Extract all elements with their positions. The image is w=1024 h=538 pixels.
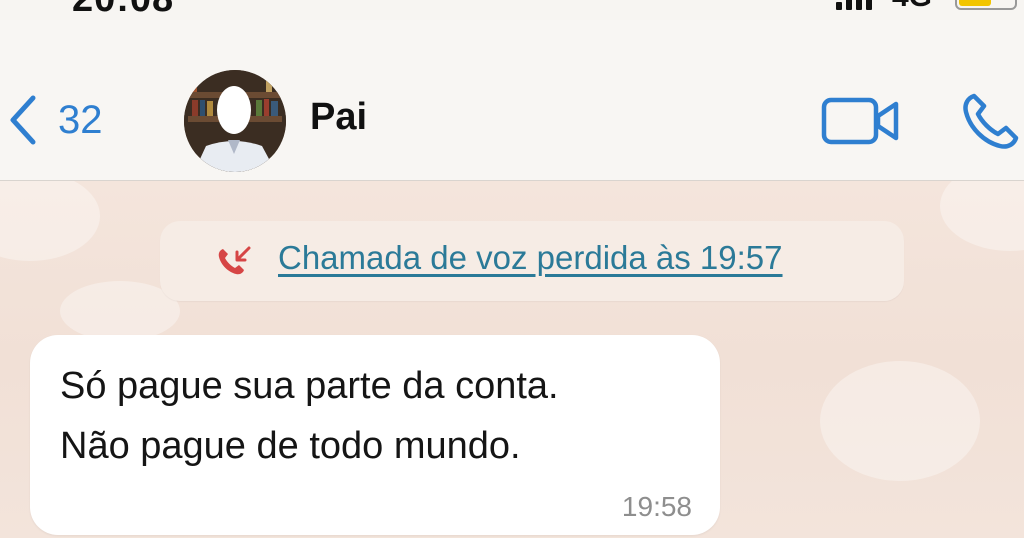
phone-icon xyxy=(963,93,1019,149)
message-timestamp: 19:58 xyxy=(621,491,692,522)
video-camera-icon xyxy=(821,97,899,145)
chat-area[interactable]: Chamada de voz perdida às 19:57 Só pague… xyxy=(0,181,1024,538)
chat-header: 32 Pai xyxy=(0,20,1024,181)
avatar[interactable] xyxy=(184,70,286,172)
chevron-left-icon xyxy=(10,95,36,145)
back-button[interactable]: 32 xyxy=(6,92,103,148)
unread-count: 32 xyxy=(58,97,103,142)
signal-icon xyxy=(836,0,872,10)
message-bubble[interactable]: Só pague sua parte da conta. Não pague d… xyxy=(30,335,720,535)
status-bar: 20:08 4G xyxy=(0,0,1024,20)
video-call-button[interactable] xyxy=(820,96,902,146)
battery-icon xyxy=(955,0,1017,10)
message-text-line: Só pague sua parte da conta. xyxy=(60,365,559,407)
missed-call-text[interactable]: Chamada de voz perdida às 19:57 xyxy=(278,239,783,277)
missed-call-notice[interactable]: Chamada de voz perdida às 19:57 xyxy=(160,221,904,301)
status-time: 20:08 xyxy=(72,0,174,21)
chat-screen: 20:08 4G 32 xyxy=(0,0,1024,538)
missed-call-icon xyxy=(218,246,251,275)
contact-name[interactable]: Pai xyxy=(310,96,367,139)
voice-call-button[interactable] xyxy=(960,90,1024,152)
network-type: 4G xyxy=(892,0,932,14)
message-text-line: Não pague de todo mundo. xyxy=(60,425,521,467)
